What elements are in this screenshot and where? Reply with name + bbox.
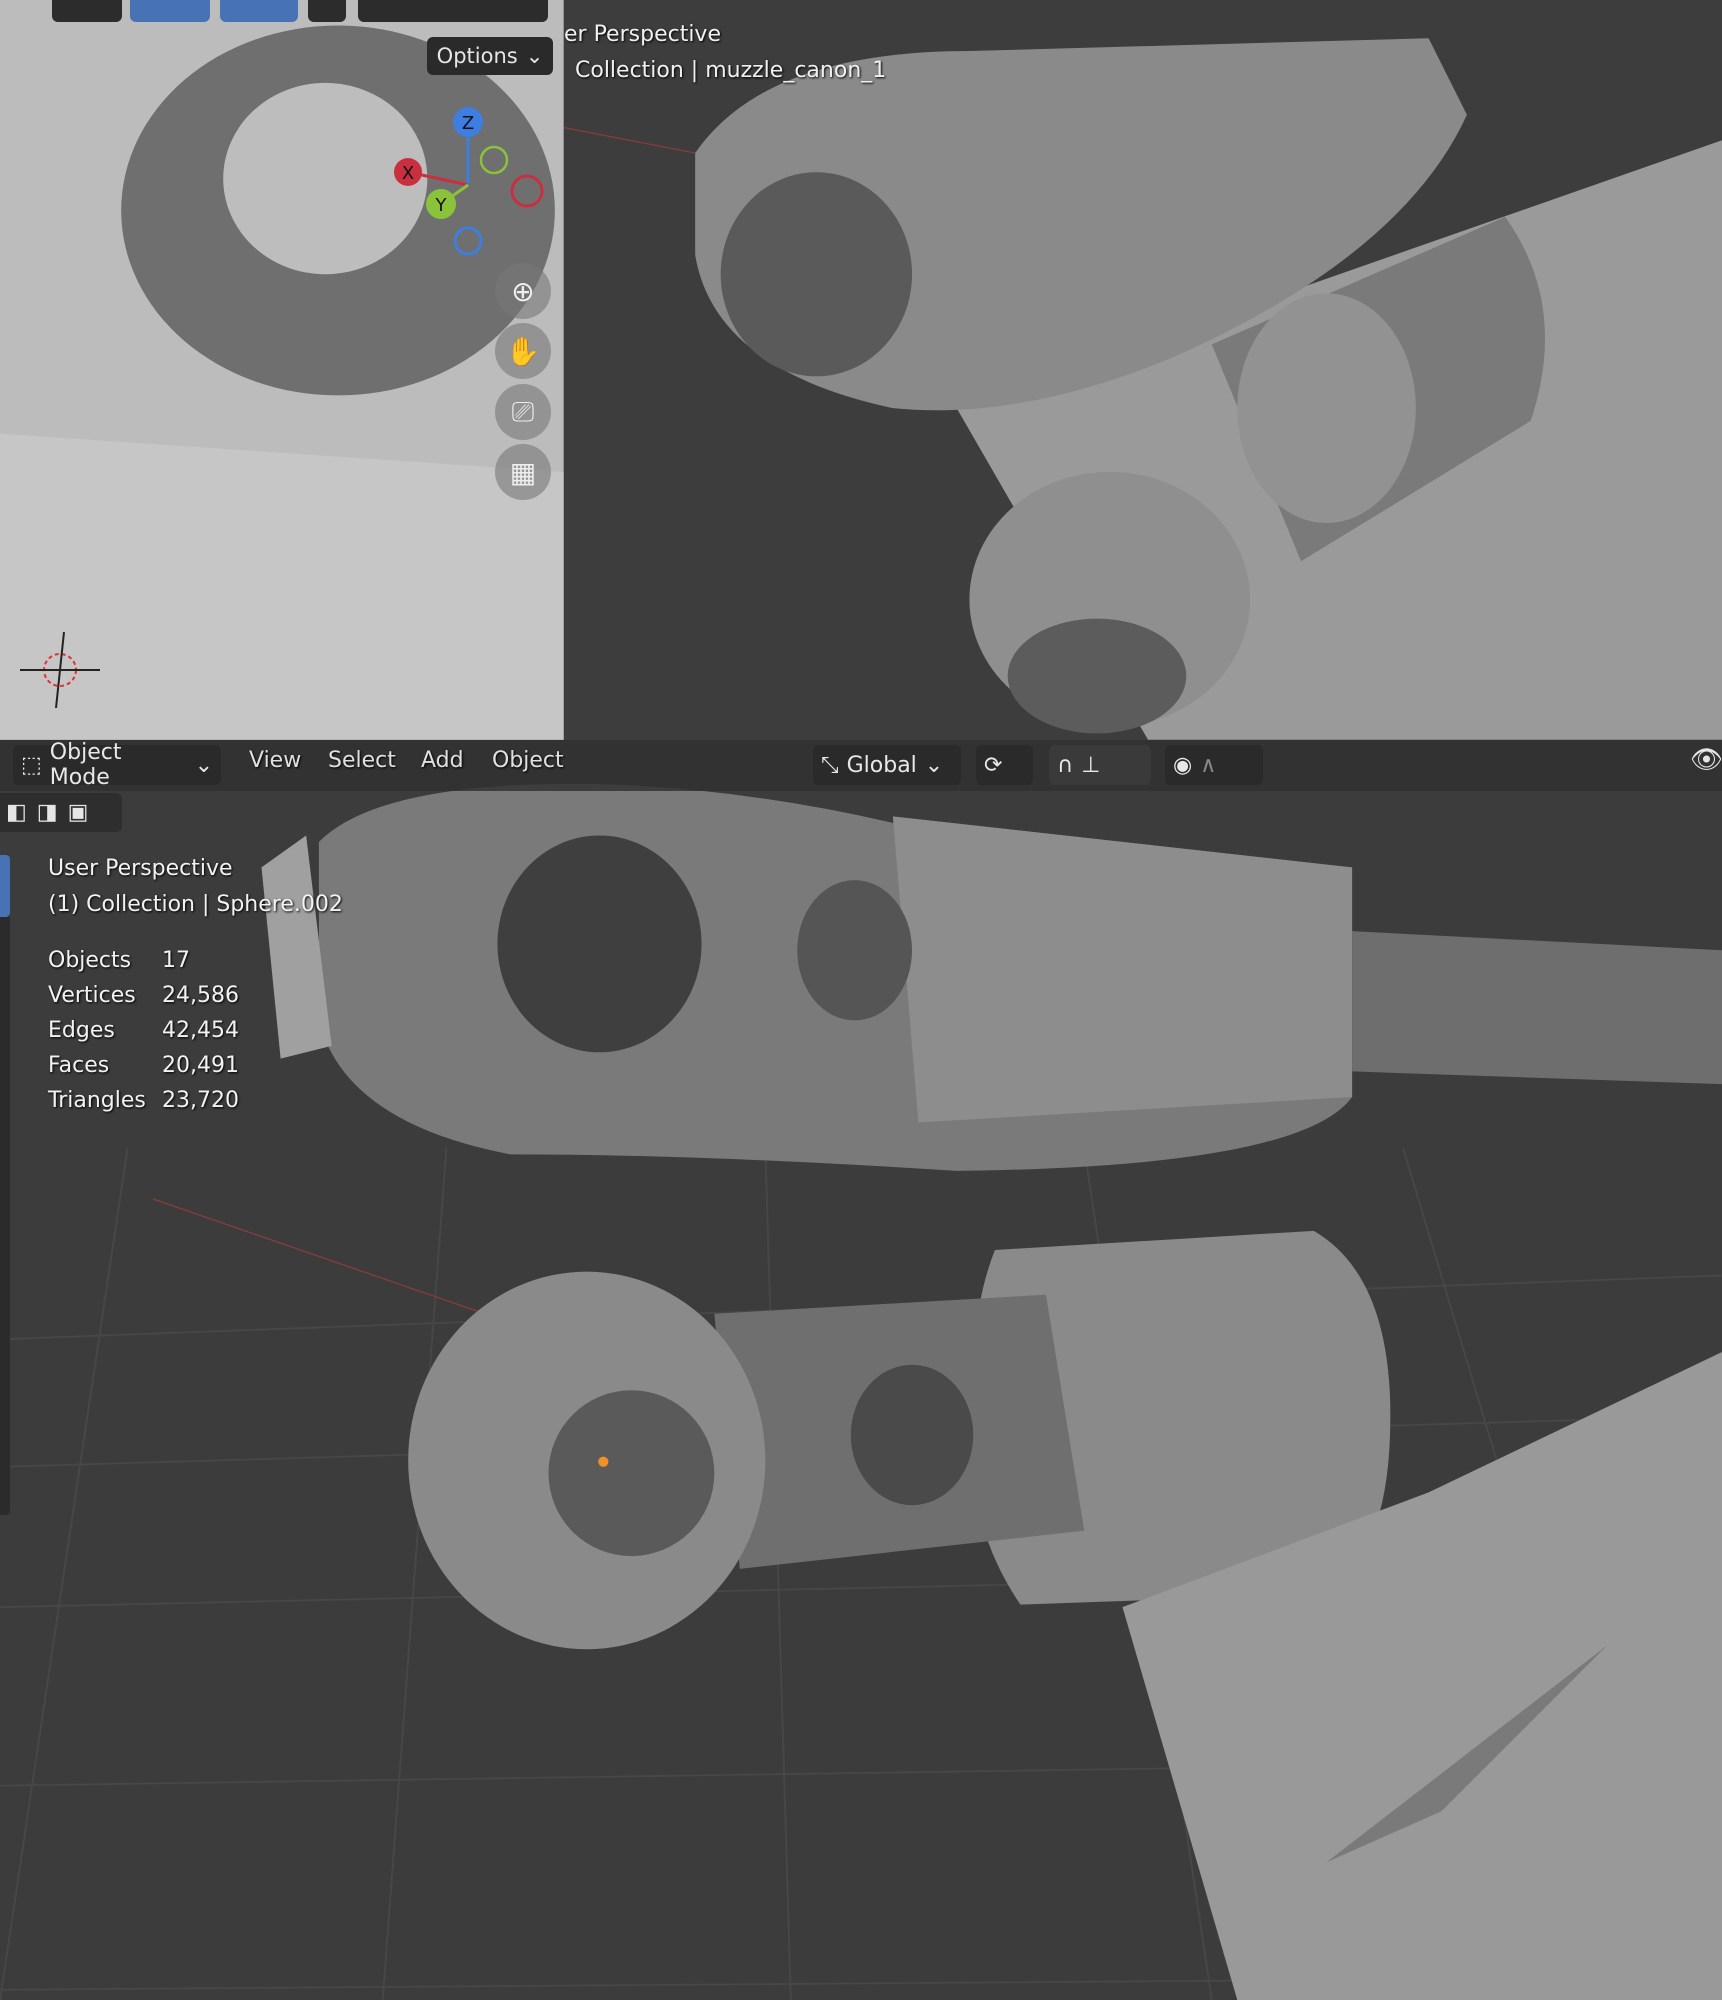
menu-add[interactable]: Add <box>421 748 464 773</box>
main-collection: (1) Collection | Sphere.002 <box>48 892 343 917</box>
orientation-axes-icon: ⤡ <box>821 752 839 778</box>
3d-cursor-icon <box>20 631 104 709</box>
transform-orientation-dropdown[interactable]: ⤡ Global ⌄ <box>813 745 961 785</box>
object-mode-icon: ⬚ <box>21 752 42 778</box>
stat-faces: Faces 20,491 <box>48 1053 239 1078</box>
camera-view-icon[interactable]: ⎚ <box>495 384 551 440</box>
svg-text:X: X <box>402 163 414 184</box>
select-extend-icon: ◨ <box>36 800 58 825</box>
chevron-down-icon: ⌄ <box>525 44 544 68</box>
3d-viewport-scene[interactable] <box>0 0 1722 2000</box>
magnet-icon: ∩ <box>1057 752 1074 778</box>
pan-hand-icon[interactable]: ✋ <box>495 323 551 379</box>
xray-toggle[interactable] <box>308 0 346 22</box>
pivot-point-dropdown[interactable]: ⟳ <box>976 745 1033 785</box>
stat-edges: Edges 42,454 <box>48 1018 239 1043</box>
options-button[interactable]: Options ⌄ <box>427 37 553 75</box>
snap-toggle[interactable]: ∩ ⊥ <box>1049 745 1151 785</box>
visibility-eye-icon[interactable]: 👁 <box>1690 745 1722 775</box>
zoom-icon[interactable]: ⊕ <box>495 263 551 319</box>
select-subtract-icon: ▣ <box>67 800 89 825</box>
stat-vertices: Vertices 24,586 <box>48 983 239 1008</box>
falloff-icon: ∧ <box>1200 752 1217 778</box>
perspective-grid-icon[interactable]: ▦ <box>495 444 551 500</box>
svg-text:Y: Y <box>435 195 448 216</box>
overlays-toggle[interactable] <box>220 0 298 22</box>
main-view-name: User Perspective <box>48 856 233 881</box>
chevron-down-icon: ⌄ <box>924 752 944 778</box>
navigation-gizmo[interactable]: Z X Y <box>390 100 550 260</box>
menu-object[interactable]: Object <box>492 748 564 773</box>
toolbar-strip[interactable] <box>0 855 10 1515</box>
shading-mode-buttons[interactable] <box>358 0 548 22</box>
chevron-down-icon: ⌄ <box>194 752 213 778</box>
proportional-editing-toggle[interactable]: ◉ ∧ <box>1165 745 1263 785</box>
transform-gizmo-toggle[interactable] <box>130 0 210 22</box>
gizmo-z-label: Z <box>462 113 474 134</box>
object-mode-dropdown[interactable]: ⬚ Object Mode ⌄ <box>13 740 221 790</box>
proportional-icon: ◉ <box>1173 752 1193 778</box>
top-right-collection: Collection | muzzle_canon_1 <box>575 58 887 83</box>
snap-increment-icon: ⊥ <box>1081 752 1101 778</box>
stat-objects: Objects 17 <box>48 948 190 973</box>
select-new-icon: ◧ <box>6 800 27 825</box>
menu-select[interactable]: Select <box>328 748 396 773</box>
select-tool-dropdown[interactable] <box>52 0 122 22</box>
stat-triangles: Triangles 23,720 <box>48 1088 239 1113</box>
selection-mode-buttons[interactable]: ◧ ◨ ▣ <box>0 793 122 832</box>
top-right-view-name: er Perspective <box>564 22 721 47</box>
menu-view[interactable]: View <box>249 748 301 773</box>
pivot-icon: ⟳ <box>984 752 1003 778</box>
